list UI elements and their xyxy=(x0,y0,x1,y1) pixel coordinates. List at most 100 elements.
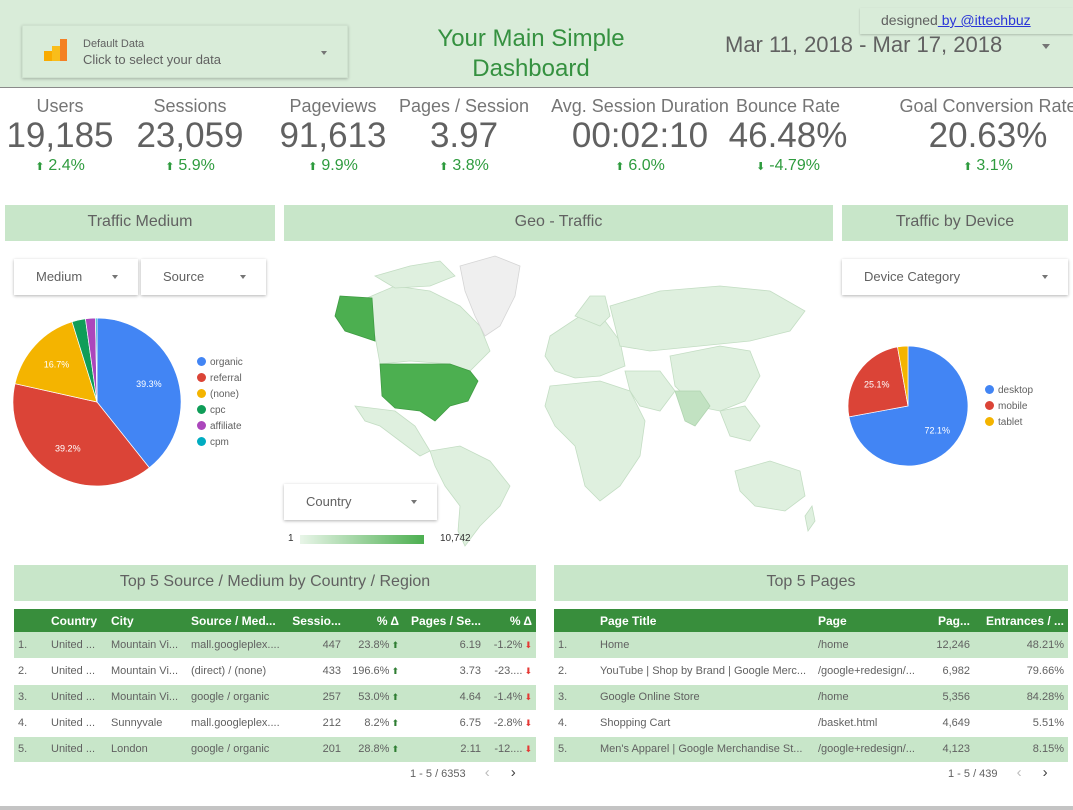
data-source-selector[interactable]: Default Data Click to select your data xyxy=(22,25,348,78)
pie-data-label: 25.1% xyxy=(864,379,890,389)
page-title-cell: Shopping Cart xyxy=(596,710,814,737)
legend-swatch-icon xyxy=(985,401,994,410)
arrow-up-icon: ⬆ xyxy=(391,744,399,754)
table-row[interactable]: 5. Men's Apparel | Google Merchandise St.… xyxy=(554,736,1068,763)
date-range-picker[interactable]: Mar 11, 2018 - Mar 17, 2018 xyxy=(725,32,1002,58)
analytics-logo-icon xyxy=(44,39,68,61)
table-row[interactable]: 5. United ... London google / organic 201 28.… xyxy=(14,736,536,763)
pages-per-session-cell: 6.19 xyxy=(403,632,485,659)
row-index: 1. xyxy=(14,632,47,659)
sessions-cell: 212 xyxy=(287,710,345,737)
arrow-down-icon: ⬇ xyxy=(524,692,532,702)
table-row[interactable]: 3. Google Online Store/home 5,356 84.28% xyxy=(554,684,1068,711)
top-pages-table-header: Top 5 Pages xyxy=(554,565,1068,601)
column-header[interactable]: Page Title xyxy=(596,609,814,632)
pageviews-cell: 4,649 xyxy=(924,710,974,737)
pages-per-session-cell: 3.73 xyxy=(403,658,485,685)
pageviews-cell: 6,982 xyxy=(924,658,974,685)
country-filter-dropdown[interactable]: Country xyxy=(284,484,437,520)
source-filter-dropdown[interactable]: Source xyxy=(141,259,266,295)
kpi-delta: ⬆ 3.1% xyxy=(898,157,1073,175)
chevron-down-icon xyxy=(411,500,417,504)
traffic-medium-header: Traffic Medium xyxy=(5,205,275,241)
traffic-medium-legend: organic referral (none) cpc affiliate cpm xyxy=(197,355,243,451)
page-title-cell: Men's Apparel | Google Merchandise St... xyxy=(596,736,814,763)
row-index: 5. xyxy=(14,736,47,763)
map-region-africa xyxy=(544,380,646,502)
chevron-down-icon xyxy=(112,275,118,279)
device-category-dropdown[interactable]: Device Category xyxy=(842,259,1068,295)
legend-item[interactable]: organic xyxy=(197,355,243,371)
traffic-by-device-pie-chart[interactable]: 72.1% 25.1% xyxy=(846,344,972,470)
column-header[interactable]: Page xyxy=(814,609,924,632)
source-medium-cell: mall.googleplex.... xyxy=(187,632,287,659)
kpi-value: 20.63% xyxy=(928,116,1048,155)
kpi-label: Pages / Session xyxy=(398,96,530,116)
country-cell: United ... xyxy=(47,710,107,737)
traffic-medium-pie-chart[interactable]: 39.3% 39.2% 16.7% xyxy=(10,315,190,495)
table-row[interactable]: 3. United ... Mountain Vi... google / organ… xyxy=(14,684,536,711)
legend-label: (none) xyxy=(210,389,239,400)
arrow-up-icon: ⬆ xyxy=(391,639,399,650)
pageviews-cell: 5,356 xyxy=(924,684,974,711)
legend-item[interactable]: desktop xyxy=(985,383,1033,399)
arrow-down-icon: ⬇ xyxy=(756,161,766,173)
legend-label: mobile xyxy=(998,401,1028,412)
row-index: 2. xyxy=(554,658,596,685)
medium-filter-dropdown[interactable]: Medium xyxy=(14,259,138,295)
pages-per-session-cell: 4.64 xyxy=(403,684,485,711)
pages-per-session-cell: 2.11 xyxy=(403,736,485,763)
row-index: 2. xyxy=(14,658,47,685)
column-header[interactable]: Pag... xyxy=(924,609,974,632)
chevron-down-icon xyxy=(321,51,327,55)
legend-item[interactable]: cpc xyxy=(197,403,243,419)
kpi-value: 46.48% xyxy=(728,116,848,155)
city-cell: Sunnyvale xyxy=(107,710,187,737)
legend-swatch-icon xyxy=(985,385,994,394)
legend-item[interactable]: referral xyxy=(197,371,243,387)
column-header[interactable]: Entrances / ... xyxy=(974,609,1068,632)
pages-per-session-cell: 6.75 xyxy=(403,710,485,737)
date-range-chevron-down-icon[interactable] xyxy=(1042,44,1050,49)
geo-traffic-header: Geo - Traffic xyxy=(284,205,833,241)
legend-item[interactable]: tablet xyxy=(985,415,1033,431)
city-cell: Mountain Vi... xyxy=(107,684,187,711)
credit-link[interactable]: by @ittechbuz xyxy=(938,12,1031,28)
previous-page-button[interactable]: ‹ xyxy=(1017,764,1022,781)
column-header[interactable]: % Δ xyxy=(485,609,536,632)
source-medium-cell: (direct) / (none) xyxy=(187,658,287,685)
map-region-arctic-islands xyxy=(374,260,456,289)
legend-item[interactable]: cpm xyxy=(197,435,243,451)
next-page-button[interactable]: › xyxy=(511,764,516,781)
table-row[interactable]: 4. Shopping Cart/basket.html 4,649 5.51% xyxy=(554,710,1068,737)
column-header[interactable]: Source / Med... xyxy=(187,609,287,632)
legend-item[interactable]: (none) xyxy=(197,387,243,403)
row-index: 5. xyxy=(554,736,596,763)
sessions-cell: 257 xyxy=(287,684,345,711)
table-row[interactable]: 2. United ... Mountain Vi... (direct) / (no… xyxy=(14,658,536,685)
row-index: 3. xyxy=(14,684,47,711)
table-row[interactable]: 1. Home/home 12,246 48.21% xyxy=(554,632,1068,659)
column-header[interactable]: Sessio... xyxy=(287,609,345,632)
sessions-delta-cell: 8.2% ⬆ xyxy=(345,710,403,737)
arrow-up-icon: ⬆ xyxy=(615,161,625,173)
table-row[interactable]: 2. YouTube | Shop by Brand | Google Merc.… xyxy=(554,658,1068,685)
chevron-down-icon xyxy=(240,275,246,279)
legend-item[interactable]: mobile xyxy=(985,399,1033,415)
table-row[interactable]: 4. United ... Sunnyvale mall.googleplex....… xyxy=(14,710,536,737)
map-region-new-zealand xyxy=(804,505,816,532)
column-header[interactable]: Country xyxy=(47,609,107,632)
column-header[interactable]: % Δ xyxy=(345,609,403,632)
pageviews-cell: 4,123 xyxy=(924,736,974,763)
page-title-cell: Google Online Store xyxy=(596,684,814,711)
source-filter-label: Source xyxy=(163,269,205,284)
column-header[interactable]: City xyxy=(107,609,187,632)
table-row[interactable]: 1. United ... Mountain Vi... mall.googleple… xyxy=(14,632,536,659)
previous-page-button[interactable]: ‹ xyxy=(485,764,490,781)
page-path-cell: /home xyxy=(814,684,924,711)
top-pages-table: Page Title Page Pag... Entrances / ... 1. Ho… xyxy=(554,609,1068,763)
legend-item[interactable]: affiliate xyxy=(197,419,243,435)
column-header[interactable]: Pages / Se... xyxy=(403,609,485,632)
map-region-europe xyxy=(544,315,626,379)
next-page-button[interactable]: › xyxy=(1043,764,1048,781)
